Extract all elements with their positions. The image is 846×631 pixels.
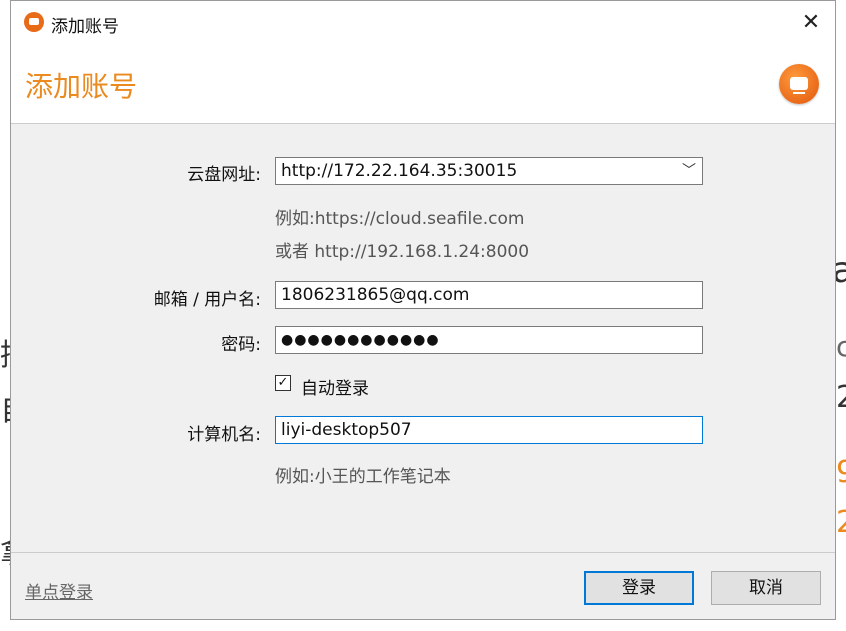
seafile-app-icon <box>24 12 44 32</box>
server-url-value: http://172.22.164.35:30015 <box>281 161 518 181</box>
title-bar: 添加账号 ✕ <box>11 1 835 45</box>
dialog-header: 添加账号 <box>11 45 835 124</box>
password-label: 密码: <box>221 335 261 355</box>
computer-name-input[interactable]: liyi-desktop507 <box>275 416 703 444</box>
computer-name-label: 计算机名: <box>187 425 261 445</box>
seafile-logo-icon <box>779 64 819 104</box>
auto-login-label[interactable]: 自动登录 <box>301 374 369 399</box>
background-fragment: 9 <box>836 455 846 490</box>
server-url-combobox[interactable]: http://172.22.164.35:30015 ﹀ <box>275 157 703 185</box>
server-url-label: 云盘网址: <box>187 165 261 185</box>
server-url-hint-alt: 或者 http://192.168.1.24:8000 <box>275 242 530 262</box>
auto-login-checkbox[interactable]: ✓ <box>275 375 291 391</box>
email-label: 邮箱 / 用户名: <box>153 290 261 310</box>
close-button[interactable]: ✕ <box>793 7 829 39</box>
computer-name-hint: 例如:小王的工作笔记本 <box>275 467 451 487</box>
background-fragment: 2 <box>836 505 846 540</box>
server-url-hint-example: 例如:https://cloud.seafile.com <box>275 209 525 229</box>
background-fragment: 2 <box>836 380 846 415</box>
password-input[interactable]: ●●●●●●●●●●●● <box>275 326 703 354</box>
window-title: 添加账号 <box>51 17 119 37</box>
add-account-dialog: 添加账号 ✕ 添加账号 云盘网址: http://172.22.164.35:3… <box>10 0 836 620</box>
sso-login-link[interactable]: 单点登录 <box>25 578 93 603</box>
background-fragment: c <box>836 330 846 363</box>
footer-divider <box>11 552 835 553</box>
chevron-down-icon[interactable]: ﹀ <box>682 158 696 184</box>
login-button[interactable]: 登录 <box>584 571 694 605</box>
cancel-button[interactable]: 取消 <box>711 571 821 605</box>
header-title: 添加账号 <box>25 70 138 103</box>
email-input[interactable]: 1806231865@qq.com <box>275 281 703 309</box>
